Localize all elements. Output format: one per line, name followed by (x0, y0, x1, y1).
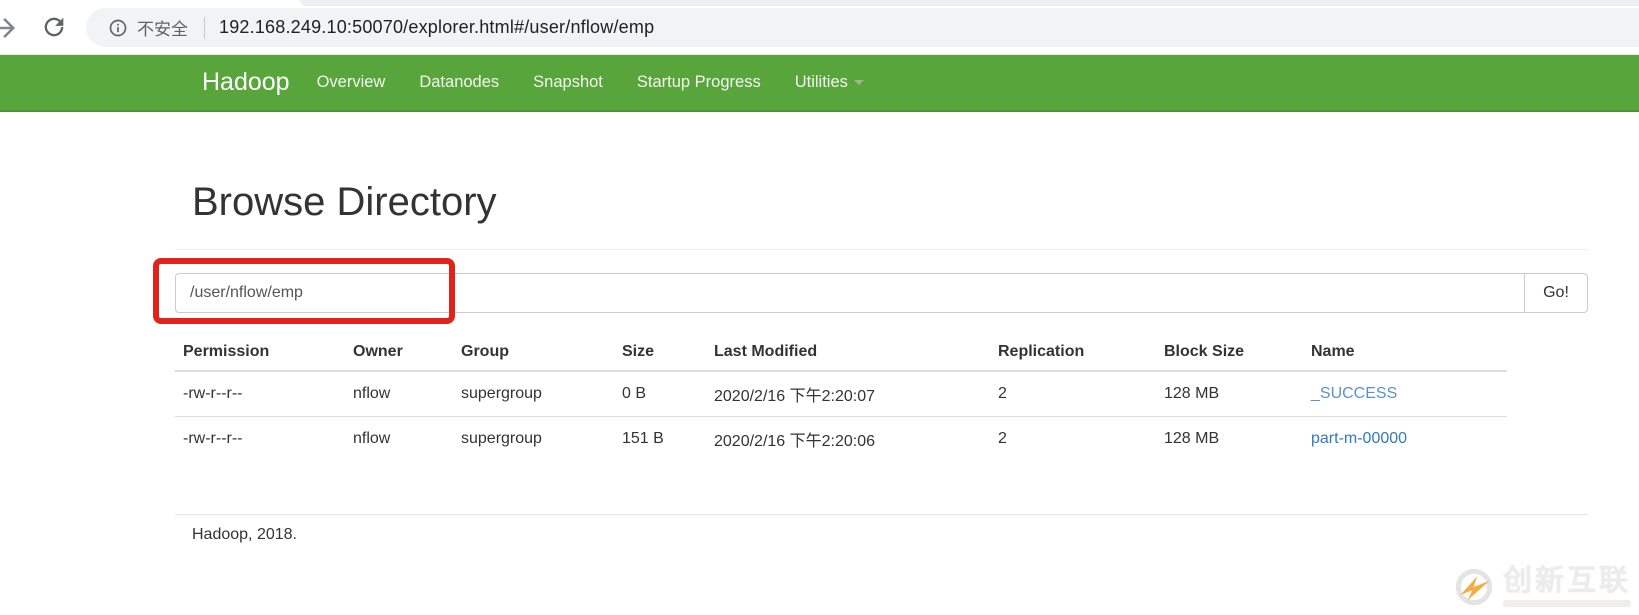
col-block-size: Block Size (1156, 334, 1303, 371)
watermark-subtext-bar (1503, 600, 1631, 607)
table-row: -rw-r--r-- nflow supergroup 0 B 2020/2/1… (175, 371, 1507, 417)
col-group: Group (453, 334, 614, 371)
url-text[interactable]: 192.168.249.10:50070/explorer.html#/user… (219, 17, 654, 38)
nav-item-datanodes[interactable]: Datanodes (419, 73, 499, 92)
cell-size: 151 B (614, 417, 706, 462)
cell-replication: 2 (990, 371, 1156, 417)
footer-divider (175, 514, 1588, 515)
file-link-part-m-00000[interactable]: part-m-00000 (1311, 430, 1407, 447)
cell-replication: 2 (990, 417, 1156, 462)
address-bar[interactable]: 不安全 192.168.249.10:50070/explorer.html#/… (86, 8, 1639, 47)
omnibox-divider (204, 17, 205, 39)
browser-chrome: 不安全 192.168.249.10:50070/explorer.html#/… (0, 0, 1639, 55)
hadoop-navbar: Hadoop Overview Datanodes Snapshot Start… (0, 55, 1639, 112)
cell-owner: nflow (345, 371, 453, 417)
col-size: Size (614, 334, 706, 371)
screenshot-canvas: 不安全 192.168.249.10:50070/explorer.html#/… (0, 0, 1639, 615)
cell-permission: -rw-r--r-- (175, 371, 345, 417)
security-label: 不安全 (137, 15, 188, 40)
watermark: 创新互联 (1454, 567, 1631, 607)
col-name: Name (1303, 334, 1507, 371)
file-link-success[interactable]: _SUCCESS (1311, 385, 1397, 402)
navbar-brand[interactable]: Hadoop (202, 68, 290, 97)
footer-text: Hadoop, 2018. (192, 526, 297, 544)
cell-modified: 2020/2/16 下午2:20:06 (706, 417, 990, 462)
col-permission: Permission (175, 334, 345, 371)
cell-owner: nflow (345, 417, 453, 462)
nav-item-startup-progress[interactable]: Startup Progress (637, 73, 761, 92)
cell-group: supergroup (453, 417, 614, 462)
reload-icon[interactable] (40, 13, 70, 43)
navbar-links: Overview Datanodes Snapshot Startup Prog… (317, 73, 864, 92)
cell-block-size: 128 MB (1156, 371, 1303, 417)
table-row: -rw-r--r-- nflow supergroup 151 B 2020/2… (175, 417, 1507, 462)
nav-item-overview[interactable]: Overview (317, 73, 386, 92)
security-chip[interactable]: 不安全 (108, 15, 188, 40)
cell-name: _SUCCESS (1303, 371, 1507, 417)
nav-item-snapshot[interactable]: Snapshot (533, 73, 603, 92)
forward-icon[interactable] (0, 13, 20, 43)
annotation-red-box (153, 258, 455, 324)
col-owner: Owner (345, 334, 453, 371)
col-replication: Replication (990, 334, 1156, 371)
table-header-row: Permission Owner Group Size Last Modifie… (175, 334, 1507, 371)
info-icon (108, 18, 128, 38)
watermark-logo-icon (1454, 567, 1494, 607)
cell-name: part-m-00000 (1303, 417, 1507, 462)
cell-modified: 2020/2/16 下午2:20:07 (706, 371, 990, 417)
cell-permission: -rw-r--r-- (175, 417, 345, 462)
nav-item-utilities[interactable]: Utilities (795, 73, 864, 92)
divider (175, 249, 1588, 250)
page-title: Browse Directory (192, 180, 497, 225)
chevron-down-icon (854, 80, 864, 85)
watermark-text: 创新互联 (1503, 567, 1631, 596)
file-table: Permission Owner Group Size Last Modifie… (175, 334, 1507, 461)
cell-block-size: 128 MB (1156, 417, 1303, 462)
go-button[interactable]: Go! (1524, 273, 1588, 313)
tab-strip (300, 0, 1639, 6)
col-last-modified: Last Modified (706, 334, 990, 371)
cell-group: supergroup (453, 371, 614, 417)
cell-size: 0 B (614, 371, 706, 417)
